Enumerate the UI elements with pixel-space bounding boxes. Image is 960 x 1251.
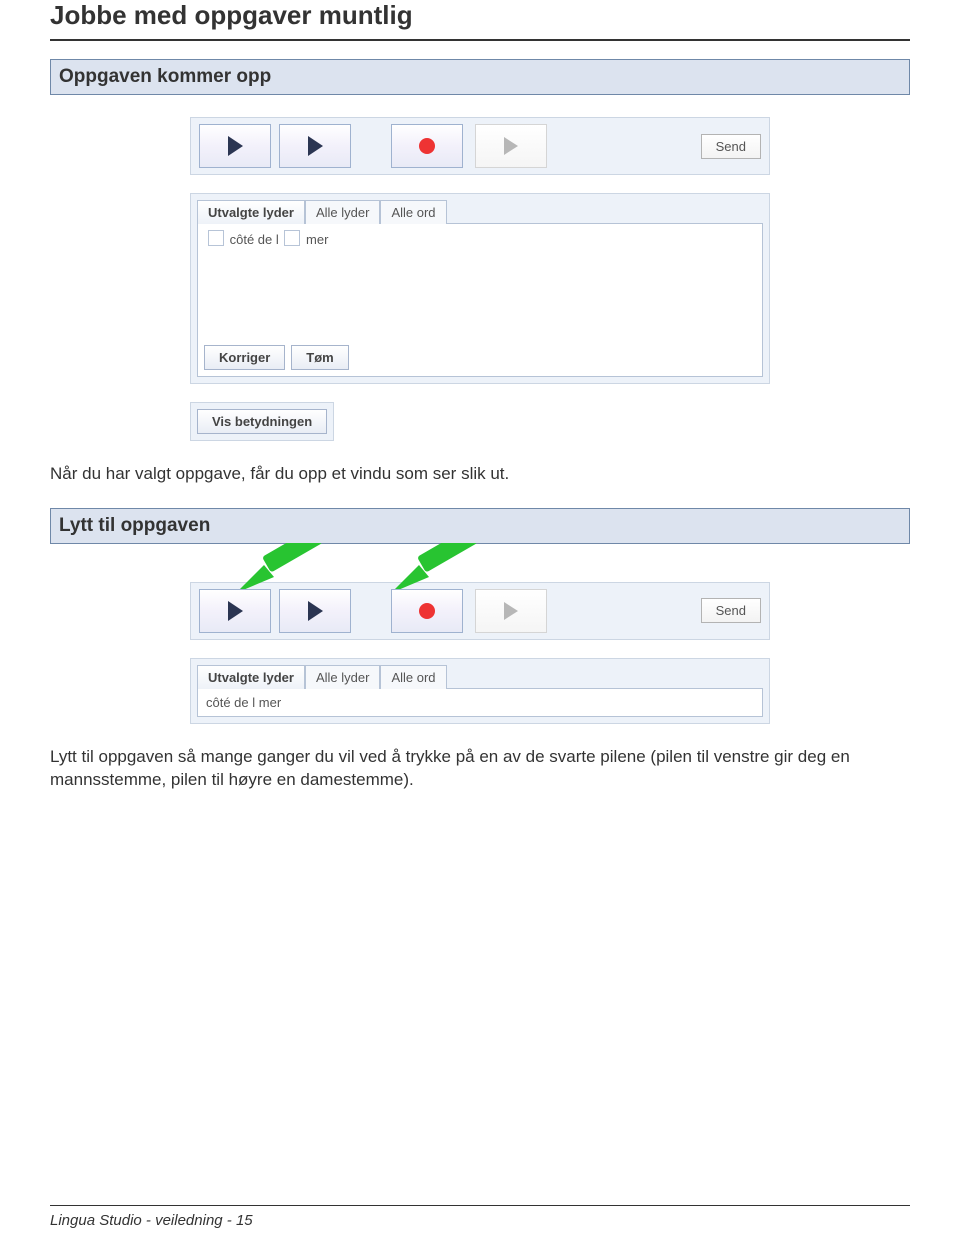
screenshot-panel-2: Send Utvalgte lyder Alle lyder Alle ord … — [190, 582, 770, 724]
section-header-lytt: Lytt til oppgaven — [50, 508, 910, 544]
korriger-button[interactable]: Korriger — [204, 345, 285, 370]
cloze-text-2: mer — [306, 232, 328, 247]
tom-button[interactable]: Tøm — [291, 345, 348, 370]
screenshot-panel-1: Send Utvalgte lyder Alle lyder Alle ord … — [190, 117, 770, 441]
send-button[interactable]: Send — [701, 134, 761, 159]
tab-utvalgte-lyder[interactable]: Utvalgte lyder — [197, 200, 305, 224]
page-footer: Lingua Studio - veiledning - 15 — [50, 1205, 910, 1229]
blank-input[interactable] — [284, 230, 300, 246]
tabs-container: Utvalgte lyder Alle lyder Alle ord côté … — [190, 193, 770, 384]
tab-alle-lyder[interactable]: Alle lyder — [305, 200, 380, 224]
tab-alle-ord[interactable]: Alle ord — [380, 665, 446, 689]
play-icon — [308, 601, 323, 621]
play-recording-button[interactable] — [475, 124, 547, 168]
section-header-oppgaven: Oppgaven kommer opp — [50, 59, 910, 95]
footer-text: Lingua Studio - veiledning - 15 — [50, 1212, 910, 1229]
tab-alle-ord[interactable]: Alle ord — [380, 200, 446, 224]
tabs-container: Utvalgte lyder Alle lyder Alle ord côté … — [190, 658, 770, 724]
play-disabled-icon — [504, 137, 518, 155]
title-rule — [50, 39, 910, 41]
play-disabled-icon — [504, 602, 518, 620]
play-button-2[interactable] — [279, 589, 351, 633]
cloze-text-1: côté de l — [230, 232, 279, 247]
blank-input[interactable] — [208, 230, 224, 246]
cloze-text-1: côté de l — [206, 695, 255, 710]
cloze-text-2: mer — [259, 695, 281, 710]
play-recording-button[interactable] — [475, 589, 547, 633]
play-icon — [228, 136, 243, 156]
play-icon — [228, 601, 243, 621]
toolbar: Send — [190, 582, 770, 640]
section1-caption: Når du har valgt oppgave, får du opp et … — [50, 463, 910, 486]
play-button-2[interactable] — [279, 124, 351, 168]
record-icon — [419, 138, 435, 154]
tab-body: côté de l mer — [197, 688, 763, 717]
tab-utvalgte-lyder[interactable]: Utvalgte lyder — [197, 665, 305, 689]
tab-body: côté de l mer Korriger Tøm — [197, 223, 763, 377]
send-button[interactable]: Send — [701, 598, 761, 623]
vis-betydningen-button[interactable]: Vis betydningen — [197, 409, 327, 434]
toolbar: Send — [190, 117, 770, 175]
record-button[interactable] — [391, 589, 463, 633]
tab-alle-lyder[interactable]: Alle lyder — [305, 665, 380, 689]
play-icon — [308, 136, 323, 156]
play-button-1[interactable] — [199, 589, 271, 633]
record-button[interactable] — [391, 124, 463, 168]
vis-betydningen-wrap: Vis betydningen — [190, 402, 334, 441]
page-title: Jobbe med oppgaver muntlig — [50, 0, 910, 31]
play-button-1[interactable] — [199, 124, 271, 168]
record-icon — [419, 603, 435, 619]
section2-caption: Lytt til oppgaven så mange ganger du vil… — [50, 746, 910, 792]
